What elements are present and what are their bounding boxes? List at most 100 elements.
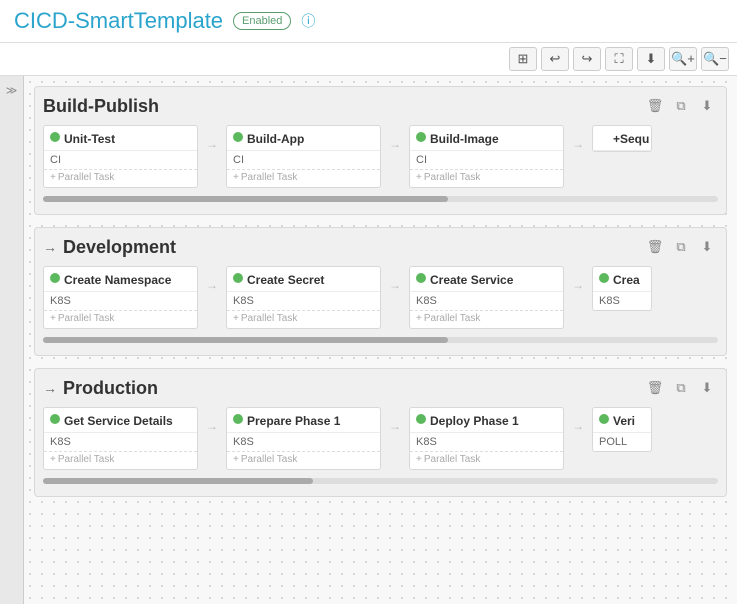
tasks-row-production: Get Service Details K8S + Parallel Task …: [43, 407, 718, 470]
arrow-connector-3: →: [572, 125, 584, 151]
task-card-header-create-service: Create Service: [410, 267, 563, 292]
arrow-connector-dev-1: →: [206, 266, 218, 292]
parallel-task-label-unit-test: Parallel Task: [58, 172, 115, 183]
phase-scrollbar-build-publish[interactable]: [43, 196, 718, 202]
task-card-build-app: Build-App CI + Parallel Task: [226, 125, 381, 188]
task-status-dot-create-secret: [233, 273, 243, 283]
phase-group-production: → Production 🗑 ⧉ ⬇ Get Service Detai: [34, 368, 727, 497]
phase-header-development: → Development 🗑 ⧉ ⬇: [43, 236, 718, 258]
plus-icon-prepare-phase-1: +: [233, 454, 239, 465]
task-card-get-service-details: Get Service Details K8S + Parallel Task: [43, 407, 198, 470]
parallel-task-label-get-service-details: Parallel Task: [58, 454, 115, 465]
plus-icon-create-service: +: [416, 313, 422, 324]
redo-button[interactable]: ↪: [573, 47, 601, 71]
task-status-dot-partial-dev: [599, 273, 609, 283]
info-icon[interactable]: ⓘ: [301, 11, 315, 31]
plus-icon-get-service-details: +: [50, 454, 56, 465]
task-card-title-create-namespace: Create Namespace: [64, 273, 171, 287]
phase-scrollbar-development[interactable]: [43, 337, 718, 343]
task-card-header-create-namespace: Create Namespace: [44, 267, 197, 292]
task-card-create-secret: Create Secret K8S + Parallel Task: [226, 266, 381, 329]
task-card-header-get-service-details: Get Service Details: [44, 408, 197, 433]
task-card-footer-create-service[interactable]: + Parallel Task: [410, 310, 563, 328]
task-card-footer-create-secret[interactable]: + Parallel Task: [227, 310, 380, 328]
task-card-header-unit-test: Unit-Test: [44, 126, 197, 151]
task-card-deploy-phase-1: Deploy Phase 1 K8S + Parallel Task: [409, 407, 564, 470]
phase-copy-button-build-publish[interactable]: ⧉: [670, 95, 692, 117]
parallel-task-label-create-secret: Parallel Task: [241, 313, 298, 324]
tasks-row-build-publish: Unit-Test CI + Parallel Task → Build: [43, 125, 718, 188]
task-card-footer-deploy-phase-1[interactable]: + Parallel Task: [410, 451, 563, 469]
phase-export-button-build-publish[interactable]: ⬇: [696, 95, 718, 117]
zoom-out-button[interactable]: 🔍−: [701, 47, 729, 71]
task-card-partial-development: Crea K8S: [592, 266, 652, 311]
task-card-body-build-image: CI: [410, 151, 563, 169]
parallel-task-label-deploy-phase-1: Parallel Task: [424, 454, 481, 465]
arrow-connector-prod-2: →: [389, 407, 401, 433]
toolbar-right: ⊞ ↩ ↪ ⛶ ⬇ 🔍+ 🔍−: [509, 47, 729, 71]
task-card-title-prepare-phase-1: Prepare Phase 1: [247, 414, 340, 428]
task-card-title-deploy-phase-1: Deploy Phase 1: [430, 414, 519, 428]
task-card-footer-get-service-details[interactable]: + Parallel Task: [44, 451, 197, 469]
task-card-body-get-service-details: K8S: [44, 433, 197, 451]
phase-group-development: → Development 🗑 ⧉ ⬇ Create Namespace: [34, 227, 727, 356]
arrow-connector-2: →: [389, 125, 401, 151]
phase-copy-button-production[interactable]: ⧉: [670, 377, 692, 399]
sidebar-toggle-icon: ≫: [6, 84, 18, 97]
task-card-footer-create-namespace[interactable]: + Parallel Task: [44, 310, 197, 328]
task-card-partial-body-dev: K8S: [593, 292, 651, 310]
phase-delete-button-build-publish[interactable]: 🗑: [644, 95, 666, 117]
enabled-badge[interactable]: Enabled: [233, 12, 291, 30]
plus-icon-build-image: +: [416, 172, 422, 183]
task-card-body-create-secret: K8S: [227, 292, 380, 310]
parallel-task-label-create-service: Parallel Task: [424, 313, 481, 324]
phase-group-build-publish: Build-Publish 🗑 ⧉ ⬇ Unit-Test: [34, 86, 727, 215]
task-card-footer-unit-test[interactable]: + Parallel Task: [44, 169, 197, 187]
download-button[interactable]: ⬇: [637, 47, 665, 71]
sidebar-toggle-bar[interactable]: ≫: [0, 76, 24, 604]
phase-copy-button-development[interactable]: ⧉: [670, 236, 692, 258]
phase-export-button-production[interactable]: ⬇: [696, 377, 718, 399]
app-container: CICD-SmartTemplate Enabled ⓘ ⊞ ↩ ↪ ⛶ ⬇ 🔍…: [0, 0, 737, 604]
tasks-row-development: Create Namespace K8S + Parallel Task →: [43, 266, 718, 329]
phase-actions-production: 🗑 ⧉ ⬇: [644, 377, 718, 399]
task-card-footer-prepare-phase-1[interactable]: + Parallel Task: [227, 451, 380, 469]
task-card-body-unit-test: CI: [44, 151, 197, 169]
fit-view-button[interactable]: ⛶: [605, 47, 633, 71]
task-card-create-service: Create Service K8S + Parallel Task: [409, 266, 564, 329]
grid-view-button[interactable]: ⊞: [509, 47, 537, 71]
arrow-connector-prod-1: →: [206, 407, 218, 433]
task-card-partial-build-publish: +Sequ: [592, 125, 652, 152]
phase-arrow-production: →: [43, 380, 57, 396]
task-status-dot-prepare-phase-1: [233, 414, 243, 424]
task-card-title-unit-test: Unit-Test: [64, 132, 115, 146]
phase-header-production: → Production 🗑 ⧉ ⬇: [43, 377, 718, 399]
toolbar: ⊞ ↩ ↪ ⛶ ⬇ 🔍+ 🔍−: [0, 43, 737, 76]
plus-icon-unit-test: +: [50, 172, 56, 183]
task-status-dot-unit-test: [50, 132, 60, 142]
task-status-dot-build-app: [233, 132, 243, 142]
task-card-footer-build-app[interactable]: + Parallel Task: [227, 169, 380, 187]
phase-delete-button-development[interactable]: 🗑: [644, 236, 666, 258]
task-card-header-deploy-phase-1: Deploy Phase 1: [410, 408, 563, 433]
phase-delete-button-production[interactable]: 🗑: [644, 377, 666, 399]
task-card-partial-header: +Sequ: [593, 126, 651, 151]
task-card-partial-title-prod: Veri: [613, 414, 635, 428]
phase-arrow-development: →: [43, 239, 57, 255]
task-card-body-create-namespace: K8S: [44, 292, 197, 310]
task-card-header-prepare-phase-1: Prepare Phase 1: [227, 408, 380, 433]
zoom-in-button[interactable]: 🔍+: [669, 47, 697, 71]
phase-scrollbar-production[interactable]: [43, 478, 718, 484]
task-card-header-build-image: Build-Image: [410, 126, 563, 151]
plus-icon-deploy-phase-1: +: [416, 454, 422, 465]
task-card-footer-build-image[interactable]: + Parallel Task: [410, 169, 563, 187]
phase-title-row-dev: → Development: [43, 237, 176, 258]
canvas[interactable]: Build-Publish 🗑 ⧉ ⬇ Unit-Test: [24, 76, 737, 604]
task-card-header-build-app: Build-App: [227, 126, 380, 151]
task-status-dot-partial-prod: [599, 414, 609, 424]
phase-export-button-development[interactable]: ⬇: [696, 236, 718, 258]
phase-title-development: Development: [63, 237, 176, 258]
plus-icon-create-namespace: +: [50, 313, 56, 324]
task-card-header-create-secret: Create Secret: [227, 267, 380, 292]
undo-button[interactable]: ↩: [541, 47, 569, 71]
